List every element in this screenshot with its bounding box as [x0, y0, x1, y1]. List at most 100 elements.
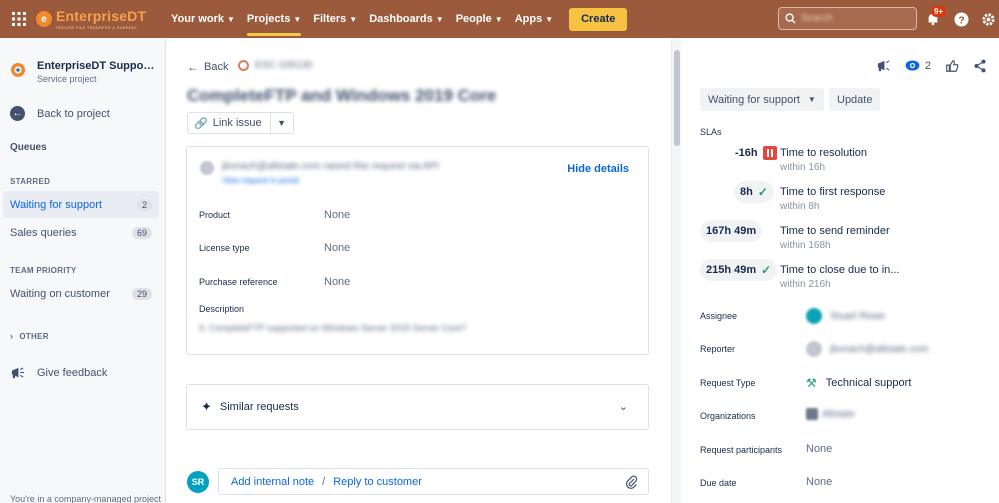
request-type-value[interactable]: ⚒ Technical support — [806, 376, 911, 390]
notifications-icon[interactable]: 9+ — [923, 6, 947, 29]
comment-box[interactable]: Add internal note / Reply to customer — [218, 468, 649, 495]
nav-projects[interactable]: Projects ▼ — [241, 0, 307, 38]
watchers-count: 2 — [924, 59, 931, 72]
queue-count: 2 — [136, 198, 152, 211]
watchers-button[interactable]: 2 — [905, 60, 931, 72]
sla-time-pill: 215h 49m ✓ — [700, 259, 778, 281]
due-date-value[interactable]: None — [806, 476, 832, 488]
arrow-left-icon: ← — [187, 60, 199, 74]
scrollbar-thumb[interactable] — [674, 50, 680, 146]
sla-name: Time to send reminder — [780, 225, 890, 237]
add-internal-note-button[interactable]: Add internal note — [231, 476, 314, 488]
request-type-label: Request Type — [700, 378, 756, 388]
share-icon[interactable] — [973, 59, 987, 73]
view-request-link[interactable]: View request in portal — [222, 176, 439, 185]
back-button[interactable]: ← Back — [187, 60, 228, 74]
checkmark-icon: ✓ — [761, 263, 772, 277]
license-type-value[interactable]: None — [324, 242, 350, 254]
arrow-left-icon: ← — [10, 106, 25, 121]
thumbs-up-icon[interactable] — [945, 59, 959, 73]
brand-logo[interactable]: e EnterpriseDT SECURE FILE TRANSFER & SH… — [36, 9, 161, 30]
assignee-value[interactable]: Stuart Rowe — [806, 308, 885, 324]
sla-time: 8h — [740, 186, 753, 198]
request-participants-value[interactable]: None — [806, 443, 832, 455]
attachment-paperclip-icon[interactable] — [625, 475, 638, 489]
reporter-name: jbonach@allstate.com — [830, 343, 929, 355]
queue-label: Sales queries — [10, 226, 77, 239]
app-switcher-icon[interactable] — [0, 0, 38, 38]
description-text[interactable]: 6. CompleteFTP supported on Windows Serv… — [199, 323, 466, 333]
settings-gear-icon[interactable] — [978, 9, 998, 29]
reply-to-customer-button[interactable]: Reply to customer — [333, 476, 422, 488]
project-type: Service project — [37, 74, 97, 84]
sla-time: -16h — [735, 147, 758, 159]
sla-target: within 16h — [780, 162, 826, 173]
nav-people[interactable]: People ▼ — [450, 0, 509, 38]
chevron-down-icon: ▼ — [807, 95, 816, 104]
search-input[interactable]: Search — [778, 7, 917, 30]
top-navigation-bar: e EnterpriseDT SECURE FILE TRANSFER & SH… — [0, 0, 999, 38]
nav-apps[interactable]: Apps ▼ — [509, 0, 559, 38]
slas-heading: SLAs — [700, 127, 722, 137]
requester-row: jbonach@allstate.com raised this request… — [200, 161, 439, 185]
back-to-project-link[interactable]: ← Back to project — [10, 106, 110, 121]
sla-time: 215h 49m — [706, 264, 757, 276]
help-icon[interactable]: ? — [951, 9, 971, 29]
issue-title[interactable]: CompleteFTP and Windows 2019 Core — [187, 86, 496, 106]
product-value[interactable]: None — [324, 209, 350, 221]
megaphone-icon — [11, 367, 25, 379]
comment-composer: SR Add internal note / Reply to customer — [187, 468, 649, 495]
link-issue-dropdown-chevron-icon[interactable]: ▼ — [271, 118, 293, 128]
create-button[interactable]: Create — [569, 7, 628, 31]
nav-dashboards[interactable]: Dashboards ▼ — [363, 0, 450, 38]
requester-avatar — [200, 161, 214, 175]
nav-your-work[interactable]: Your work ▼ — [165, 0, 241, 38]
sparkle-icon: ✦ — [201, 399, 212, 414]
feedback-megaphone-icon[interactable] — [876, 58, 891, 73]
update-button[interactable]: Update — [829, 88, 881, 111]
hide-details-button[interactable]: Hide details — [567, 163, 629, 175]
organization-name: Allstate — [822, 408, 855, 420]
main-scrollbar[interactable] — [671, 38, 681, 503]
chevron-down-icon: ▼ — [293, 14, 302, 24]
purchase-reference-value[interactable]: None — [324, 276, 350, 288]
sla-time: 167h 49m — [706, 225, 757, 237]
project-header[interactable]: EnterpriseDT Support C... Service projec… — [10, 60, 155, 84]
brand-logo-icon: e — [36, 11, 52, 27]
main-nav: Your work ▼ Projects ▼ Filters ▼ Dashboards… — [165, 0, 628, 38]
give-feedback-link[interactable]: Give feedback — [10, 365, 107, 380]
other-section-toggle[interactable]: › OTHER — [10, 331, 49, 341]
organizations-label: Organizations — [700, 411, 756, 421]
assignee-name: Stuart Rowe — [830, 310, 886, 322]
queue-waiting-for-support[interactable]: Waiting for support 2 — [3, 191, 159, 218]
link-issue-button[interactable]: 🔗 Link issue ▼ — [187, 112, 294, 134]
brand-tagline: SECURE FILE TRANSFER & SHARING — [56, 24, 137, 30]
due-date-label: Due date — [700, 478, 737, 488]
sla-name: Time to first response — [780, 186, 886, 198]
brand-name: EnterpriseDT — [56, 7, 147, 24]
status-dropdown[interactable]: Waiting for support ▼ — [700, 88, 824, 111]
reporter-label: Reporter — [700, 344, 736, 354]
queue-count: 69 — [131, 226, 152, 239]
requester-line: jbonach@allstate.com raised this request… — [222, 161, 439, 172]
queue-sales-queries[interactable]: Sales queries 69 — [3, 219, 159, 246]
starred-heading: STARRED — [10, 177, 51, 186]
issue-key-link[interactable]: ESC-105130 — [238, 60, 312, 71]
reporter-value[interactable]: jbonach@allstate.com — [806, 341, 929, 357]
request-type-text: Technical support — [825, 377, 912, 389]
chevron-down-icon: ▼ — [349, 14, 358, 24]
project-sidebar: EnterpriseDT Support C... Service projec… — [0, 38, 166, 503]
project-logo-icon — [11, 63, 25, 77]
similar-requests-panel[interactable]: ✦ Similar requests ⌄ — [186, 384, 649, 430]
project-name: EnterpriseDT Support C... — [37, 60, 155, 72]
chevron-down-icon: ▼ — [226, 14, 235, 24]
queue-waiting-on-customer[interactable]: Waiting on customer 29 — [3, 280, 159, 307]
similar-requests-label: Similar requests — [219, 401, 299, 413]
eye-icon — [905, 60, 920, 71]
organizations-value[interactable]: Allstate — [806, 408, 855, 420]
user-avatar: SR — [187, 470, 209, 493]
sla-target: within 168h — [780, 240, 831, 251]
description-label: Description — [199, 304, 245, 314]
nav-filters[interactable]: Filters ▼ — [307, 0, 363, 38]
queues-heading: Queues — [10, 142, 47, 153]
